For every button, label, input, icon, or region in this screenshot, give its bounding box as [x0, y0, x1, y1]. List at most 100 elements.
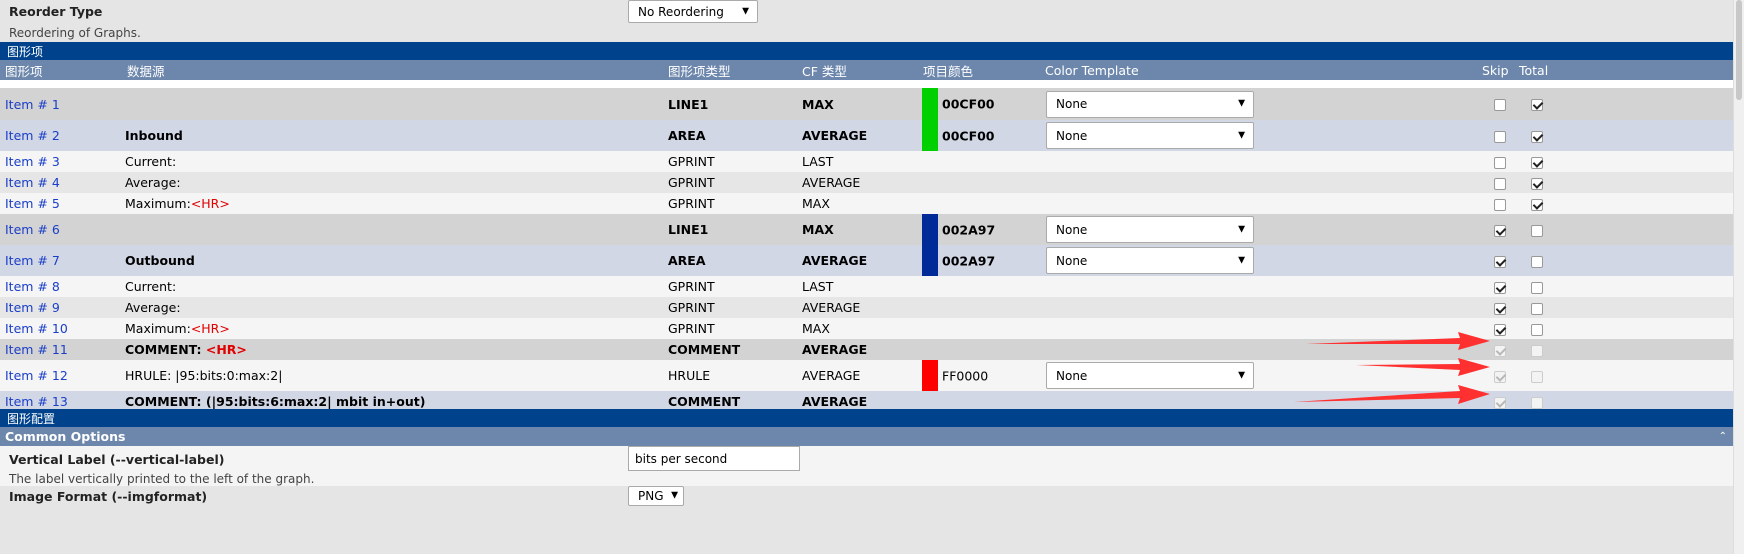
color-template-cell: None ▼ [1044, 245, 1481, 276]
skip-cell [1481, 193, 1518, 214]
reorder-type-select[interactable]: No Reordering ▼ [628, 0, 758, 23]
item-cell: Item # 12 [0, 360, 122, 391]
item-link[interactable]: Item # 7 [5, 253, 60, 268]
color-swatch [922, 214, 938, 245]
color-template-cell [1044, 193, 1481, 214]
item-type-cell: COMMENT [668, 339, 802, 360]
common-options-title: Common Options [5, 429, 126, 444]
item-link[interactable]: Item # 8 [5, 279, 60, 294]
item-link[interactable]: Item # 2 [5, 128, 60, 143]
item-cell: Item # 7 [0, 245, 122, 276]
item-type-text: LINE1 [668, 222, 709, 237]
item-color-cell: 00CF00 [922, 88, 1044, 120]
item-link[interactable]: Item # 12 [5, 368, 68, 383]
cf-type-cell: AVERAGE [802, 339, 922, 360]
total-checkbox[interactable] [1531, 255, 1543, 268]
table-row: Item # 7 Outbound AREA AVERAGE 002A97 None ▼ [0, 245, 1733, 276]
color-template-select[interactable]: None ▼ [1046, 122, 1254, 149]
item-link[interactable]: Item # 13 [5, 394, 68, 409]
skip-checkbox[interactable] [1493, 344, 1506, 357]
item-link[interactable]: Item # 5 [5, 196, 60, 211]
data-source-cell: Outbound [122, 245, 668, 276]
cf-type-cell: AVERAGE [802, 120, 922, 151]
item-type-cell: LINE1 [668, 88, 802, 120]
skip-checkbox[interactable] [1493, 130, 1506, 143]
cf-type-text: MAX [802, 222, 834, 237]
color-hex-text: FF0000 [942, 368, 989, 383]
cf-type-cell: AVERAGE [802, 245, 922, 276]
skip-checkbox[interactable] [1493, 396, 1506, 409]
item-link[interactable]: Item # 1 [5, 97, 60, 112]
data-source-cell: COMMENT: <HR> [122, 339, 668, 360]
skip-checkbox[interactable] [1493, 156, 1506, 169]
data-source-cell: Current: [122, 276, 668, 297]
total-checkbox[interactable] [1531, 156, 1543, 169]
total-checkbox[interactable] [1531, 198, 1543, 211]
vertical-label-label: Vertical Label (--vertical-label) [9, 452, 225, 467]
total-checkbox[interactable] [1531, 224, 1543, 237]
color-swatch [922, 360, 938, 391]
skip-checkbox[interactable] [1493, 281, 1506, 294]
color-template-cell [1044, 297, 1481, 318]
skip-checkbox[interactable] [1493, 198, 1506, 211]
item-link[interactable]: Item # 4 [5, 175, 60, 190]
item-link[interactable]: Item # 10 [5, 321, 68, 336]
col-header-total: Total [1519, 62, 1549, 78]
total-checkbox[interactable] [1531, 323, 1543, 336]
dropdown-caret-icon: ▼ [671, 490, 678, 501]
total-checkbox[interactable] [1531, 177, 1543, 190]
color-template-select[interactable]: None ▼ [1046, 247, 1254, 274]
vertical-label-input[interactable]: bits per second [628, 446, 800, 471]
cf-type-text: AVERAGE [802, 368, 861, 383]
chevron-up-icon[interactable]: ⌃ [1719, 431, 1727, 442]
graph-items-section-title: 图形项 [7, 44, 44, 59]
skip-checkbox[interactable] [1493, 302, 1506, 315]
skip-checkbox[interactable] [1493, 177, 1506, 190]
vertical-label-row: Vertical Label (--vertical-label) The la… [0, 446, 1733, 486]
skip-cell [1481, 151, 1518, 172]
data-source-cell [122, 88, 668, 120]
skip-checkbox[interactable] [1493, 323, 1506, 336]
item-link[interactable]: Item # 9 [5, 300, 60, 315]
item-type-cell: GPRINT [668, 193, 802, 214]
table-row: Item # 4 Average: GPRINT AVERAGE [0, 172, 1733, 193]
total-cell [1518, 318, 1556, 339]
total-checkbox[interactable] [1531, 99, 1543, 111]
cf-type-cell: MAX [802, 214, 922, 245]
color-hex-text: 00CF00 [942, 96, 995, 112]
total-checkbox[interactable] [1531, 370, 1543, 383]
cf-type-text: MAX [802, 196, 830, 211]
color-template-select[interactable]: None ▼ [1046, 90, 1254, 118]
total-checkbox[interactable] [1531, 344, 1543, 357]
item-link[interactable]: Item # 3 [5, 154, 60, 169]
total-checkbox[interactable] [1531, 302, 1543, 315]
total-cell [1518, 245, 1556, 276]
item-type-cell: HRULE [668, 360, 802, 391]
skip-checkbox[interactable] [1493, 370, 1506, 383]
skip-checkbox[interactable] [1493, 99, 1506, 111]
skip-cell [1481, 318, 1518, 339]
item-link[interactable]: Item # 11 [5, 342, 68, 357]
total-checkbox[interactable] [1531, 396, 1543, 409]
table-row: Item # 12 HRULE: |95:bits:0:max:2| HRULE AV… [0, 360, 1733, 391]
color-template-cell [1044, 151, 1481, 172]
data-source-cell: HRULE: |95:bits:0:max:2| [122, 360, 668, 391]
item-link[interactable]: Item # 6 [5, 222, 60, 237]
skip-checkbox[interactable] [1493, 255, 1506, 268]
skip-cell [1481, 339, 1518, 360]
color-template-select[interactable]: None ▼ [1046, 216, 1254, 243]
total-checkbox[interactable] [1531, 130, 1543, 143]
skip-checkbox[interactable] [1493, 224, 1506, 237]
page-scrollbar[interactable] [1733, 0, 1744, 554]
dropdown-caret-icon: ▼ [1238, 370, 1245, 380]
item-color-cell [922, 151, 1044, 172]
scrollbar-thumb[interactable] [1736, 0, 1742, 100]
row-filler [1556, 88, 1733, 120]
color-template-select[interactable]: None ▼ [1046, 362, 1254, 389]
color-template-cell: None ▼ [1044, 360, 1481, 391]
total-checkbox[interactable] [1531, 281, 1543, 294]
common-options-header[interactable]: Common Options ⌃ [0, 427, 1733, 446]
skip-cell [1481, 360, 1518, 391]
total-cell [1518, 172, 1556, 193]
image-format-select[interactable]: PNG ▼ [628, 486, 684, 506]
